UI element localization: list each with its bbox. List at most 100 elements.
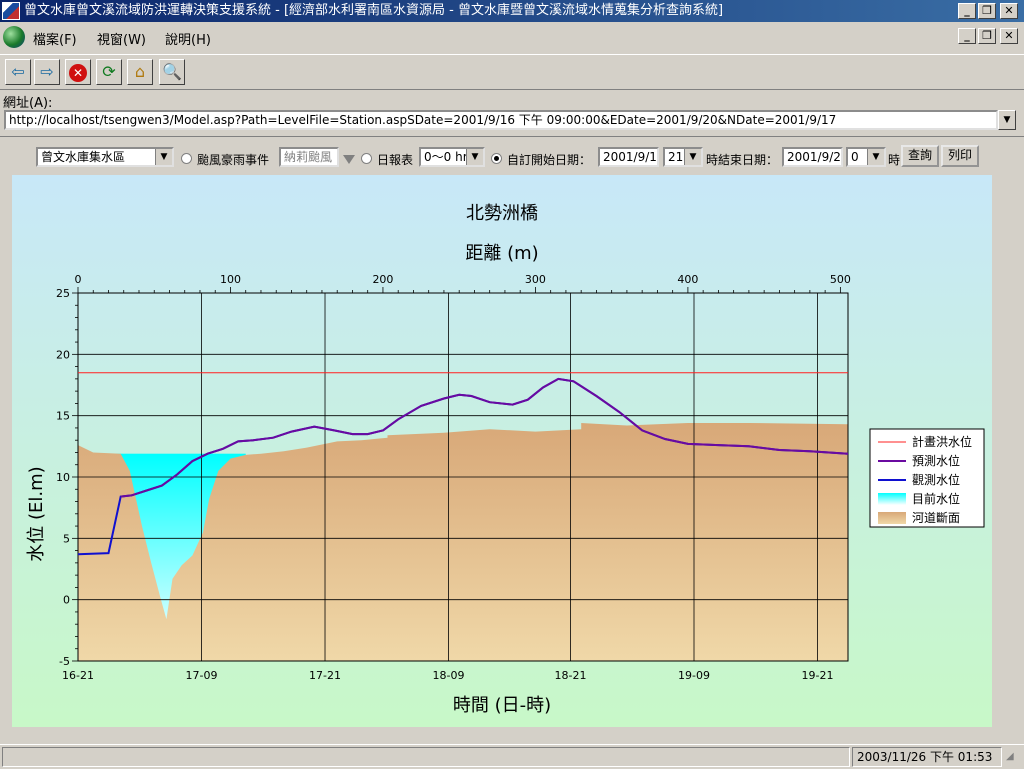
content-frame: 曾文水庫集水區 ▼ 颱風豪雨事件 納莉颱風 日報表 0～0 hr ▼ 自訂開始日… [0, 136, 1024, 745]
start-hour-select[interactable]: 21 ▼ [663, 147, 703, 167]
top-tick-label: 0 [75, 273, 82, 286]
end-hour-value: 0 [851, 150, 859, 164]
y-tick-label: -5 [59, 655, 70, 668]
doc-restore-button[interactable]: ❐ [978, 28, 996, 44]
time-tick-label: 17-21 [309, 669, 341, 682]
window-title: 曾文水庫曾文溪流域防洪運轉決策支援系統 - [經濟部水利署南區水資源局 - 曾文… [24, 3, 724, 18]
hour-label: 時 [888, 153, 901, 167]
print-button[interactable]: 列印 [941, 145, 979, 167]
time-tick-label: 18-21 [555, 669, 587, 682]
top-tick-label: 400 [677, 273, 698, 286]
time-tick-label: 19-21 [802, 669, 834, 682]
time-tick-label: 19-09 [678, 669, 710, 682]
menu-file[interactable]: 檔案(F) [33, 29, 77, 48]
legend-entry: 預測水位 [912, 453, 960, 468]
typhoon-label: 颱風豪雨事件 [197, 153, 270, 167]
search-button[interactable]: 🔍 [159, 59, 185, 85]
home-icon: ⌂ [134, 62, 146, 81]
y-tick-label: 10 [56, 471, 70, 484]
menu-bar: 檔案(F) 視窗(W) 說明(H) _ ❐ ✕ [0, 24, 1024, 50]
stop-button[interactable]: ✕ [65, 59, 91, 85]
end-hour-select[interactable]: 0 ▼ [846, 147, 886, 167]
doc-close-button[interactable]: ✕ [1000, 28, 1018, 44]
status-datetime: 2003/11/26 下午 01:53 [852, 747, 1002, 767]
typhoon-value: 納莉颱風 [284, 150, 333, 164]
time-tick-label: 17-09 [186, 669, 218, 682]
top-tick-label: 500 [830, 273, 851, 286]
resize-grip-icon[interactable]: ◢ [1006, 751, 1020, 765]
forward-button[interactable]: ⇨ [34, 59, 60, 85]
legend-entry: 河道斷面 [912, 511, 960, 525]
refresh-button[interactable]: ⟳ [96, 59, 122, 85]
daily-select[interactable]: 0～0 hr ▼ [419, 147, 485, 167]
top-tick-label: 100 [220, 273, 241, 286]
start-hour-value: 21 [668, 150, 684, 164]
daily-radio[interactable] [361, 153, 372, 164]
minimize-button[interactable]: _ [958, 3, 976, 19]
time-tick-label: 18-09 [433, 669, 465, 682]
chevron-down-icon: ▼ [1003, 115, 1011, 125]
app-icon [2, 2, 20, 20]
start-date-input[interactable]: 2001/9/16 [598, 147, 659, 167]
address-dropdown-button[interactable]: ▼ [998, 110, 1016, 130]
x-axis-label: 時間 (日-時) [453, 695, 551, 716]
chevron-down-icon: ▼ [155, 149, 172, 165]
back-icon: ⇦ [11, 62, 25, 81]
stop-icon: ✕ [69, 64, 87, 82]
back-button[interactable]: ⇦ [5, 59, 31, 85]
doc-minimize-button[interactable]: _ [958, 28, 976, 44]
refresh-icon: ⟳ [102, 62, 116, 81]
legend-entry: 計畫洪水位 [912, 434, 972, 449]
legend-swatch-section [878, 512, 906, 524]
end-date-input[interactable]: 2001/9/20 [782, 147, 843, 167]
control-bar: 曾文水庫集水區 ▼ 颱風豪雨事件 納莉颱風 日報表 0～0 hr ▼ 自訂開始日… [30, 145, 990, 171]
status-main-pane [2, 747, 850, 767]
custom-radio[interactable] [491, 153, 502, 164]
query-button[interactable]: 查詢 [901, 145, 939, 167]
daily-label: 日報表 [377, 153, 414, 167]
top-axis-label: 距離 (m) [465, 243, 538, 264]
water-level-chart: 北勢洲橋 距離 (m) 時間 (日-時) 水位 (El.m) -5 0 5 10 15 2… [12, 175, 992, 727]
top-tick-label: 200 [372, 273, 393, 286]
legend-entry: 目前水位 [912, 491, 960, 506]
address-input[interactable]: http://localhost/tsengwen3/Model.asp?Pat… [4, 110, 998, 130]
chart-panel: 北勢洲橋 距離 (m) 時間 (日-時) 水位 (El.m) -5 0 5 10 15 2… [12, 175, 992, 727]
custom-start-label: 自訂開始日期： [507, 153, 592, 167]
typhoon-radio[interactable] [181, 153, 192, 164]
chart-title: 北勢洲橋 [466, 203, 538, 224]
y-tick-label: 0 [63, 594, 70, 607]
forward-icon: ⇨ [40, 62, 54, 81]
menu-window[interactable]: 視窗(W) [97, 29, 146, 48]
home-button[interactable]: ⌂ [127, 59, 153, 85]
y-tick-label: 20 [56, 348, 70, 361]
toolbar: ⇦ ⇨ ✕ ⟳ ⌂ 🔍 [0, 54, 1024, 90]
typhoon-select[interactable]: 納莉颱風 [279, 147, 339, 167]
legend: 計畫洪水位預測水位觀測水位目前水位河道斷面 [869, 428, 985, 528]
close-button[interactable]: ✕ [1000, 3, 1018, 19]
area-select[interactable]: 曾文水庫集水區 ▼ [36, 147, 174, 167]
dropdown-triangle-icon[interactable] [343, 155, 355, 164]
daily-value: 0～0 hr [424, 150, 468, 164]
globe-icon [3, 26, 25, 48]
legend-entry: 觀測水位 [912, 472, 960, 487]
title-bar: 曾文水庫曾文溪流域防洪運轉決策支援系統 - [經濟部水利署南區水資源局 - 曾文… [0, 0, 1024, 22]
time-tick-label: 16-21 [62, 669, 94, 682]
end-date-label: 時結束日期： [706, 153, 779, 167]
chevron-down-icon: ▼ [684, 149, 701, 165]
address-label: 網址(A): [3, 96, 53, 111]
chevron-down-icon: ▼ [867, 149, 884, 165]
y-axis-label: 水位 (El.m) [26, 466, 47, 561]
chevron-down-icon: ▼ [466, 149, 483, 165]
top-tick-label: 300 [525, 273, 546, 286]
restore-button[interactable]: ❐ [978, 3, 996, 19]
end-date-value: 2001/9/20 [787, 150, 843, 164]
y-tick-label: 5 [63, 532, 70, 545]
menu-help[interactable]: 說明(H) [165, 29, 211, 48]
y-tick-label: 25 [56, 287, 70, 300]
y-tick-label: 15 [56, 410, 70, 423]
status-bar: 2003/11/26 下午 01:53 ◢ [0, 744, 1024, 769]
start-date-value: 2001/9/16 [603, 150, 659, 164]
legend-swatch-current [878, 493, 906, 505]
search-icon: 🔍 [162, 62, 182, 81]
area-select-value: 曾文水庫集水區 [41, 150, 126, 164]
